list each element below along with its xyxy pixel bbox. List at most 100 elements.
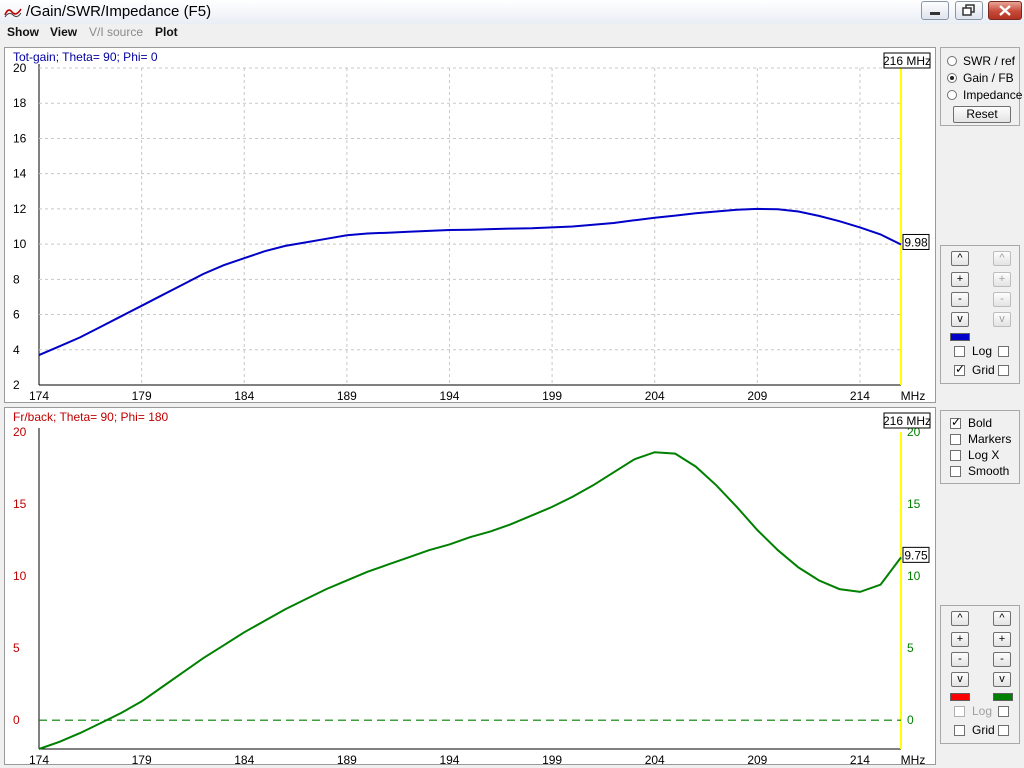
gain-grid-box[interactable] [954, 362, 965, 376]
menu-vi-source[interactable]: V/I source [89, 25, 143, 39]
logx-box[interactable] [950, 450, 961, 461]
minimize-button[interactable] [921, 1, 949, 20]
minimize-icon [930, 12, 940, 15]
x-tick-label: 214 [850, 389, 870, 402]
y-tick-label: 20 [13, 425, 27, 439]
reset-button[interactable]: Reset [953, 106, 1011, 123]
y-tick-label: 12 [13, 202, 27, 216]
radio-gain-fb-circle[interactable] [947, 73, 957, 83]
fb-right-color-swatch[interactable] [993, 693, 1013, 701]
gain-chart: 174 179 184 189 194 199 204 209 214 MHz 2 4 6 8 10 12 14… [13, 50, 931, 402]
window-title: /Gain/SWR/Impedance (F5) [26, 3, 212, 20]
menu-plot[interactable]: Plot [155, 25, 178, 39]
markers-box[interactable] [950, 434, 961, 445]
x-axis-label: MHz [901, 389, 926, 402]
gain-scale-up-button[interactable]: ^ [951, 251, 969, 266]
fb-grid-box[interactable] [954, 725, 965, 736]
fb-scale-down-button[interactable]: v [951, 672, 969, 687]
front-back-chart: 174 179 184 189 194 199 204 209 214 MHz 0 5 10 15 20 0 5… [13, 410, 931, 764]
fb-left-color-swatch[interactable] [950, 693, 970, 701]
fb-right-grid-box[interactable] [998, 725, 1009, 736]
y-tick-label: 2 [13, 378, 20, 392]
y-tick-label: 18 [13, 96, 27, 110]
y-right-tick-label: 5 [907, 641, 914, 655]
x-tick-label: 209 [747, 753, 767, 764]
restore-icon [962, 4, 975, 16]
y-tick-label: 10 [13, 237, 27, 251]
x-tick-label: 174 [29, 389, 49, 402]
menu-view[interactable]: View [50, 25, 77, 39]
markers-label: Markers [968, 432, 1012, 446]
y-tick-label: 14 [13, 167, 27, 181]
radio-impedance-circle[interactable] [947, 90, 957, 100]
smooth-label: Smooth [968, 464, 1010, 478]
fb-log-label: Log [972, 704, 993, 718]
gain-right-log-box[interactable] [998, 346, 1009, 357]
title-bar: /Gain/SWR/Impedance (F5) [0, 0, 1024, 25]
x-tick-label: 184 [234, 389, 254, 402]
gain-zoom-in-button[interactable]: + [951, 272, 969, 287]
x-tick-label: 189 [337, 753, 357, 764]
fb-grid-label: Grid [972, 723, 995, 737]
x-tick-label: 189 [337, 389, 357, 402]
fb-right-log-box[interactable] [998, 706, 1009, 717]
y-tick-label: 15 [13, 497, 27, 511]
bold-label: Bold [968, 416, 993, 430]
close-button[interactable] [988, 1, 1022, 20]
y-right-tick-label: 10 [907, 569, 921, 583]
x-tick-label: 199 [542, 389, 562, 402]
y-tick-label: 10 [13, 569, 27, 583]
logx-label: Log X [968, 448, 1000, 462]
radio-gain-fb-label: Gain / FB [963, 71, 1014, 85]
gain-right-zoom-out-button[interactable]: - [993, 292, 1011, 307]
fb-right-zoom-out-button[interactable]: - [993, 652, 1011, 667]
fb-right-scale-down-button[interactable]: v [993, 672, 1011, 687]
gain-right-grid-box[interactable] [998, 365, 1009, 376]
fb-log-box[interactable] [954, 706, 965, 717]
fb-zoom-in-button[interactable]: + [951, 632, 969, 647]
gain-plot[interactable]: 174 179 184 189 194 199 204 209 214 MHz 2 4 6 8 10 12 14… [4, 47, 936, 403]
gain-log-box[interactable] [954, 346, 965, 357]
options-panel: Bold Markers Log X Smooth [940, 410, 1020, 484]
y-tick-label: 16 [13, 131, 27, 145]
gain-right-zoom-in-button[interactable]: + [993, 272, 1011, 287]
series-line [38, 207, 902, 357]
antenna-app-icon [4, 8, 22, 18]
x-tick-label: 194 [439, 389, 459, 402]
fb-scale-panel: ^ + - v ^ + - v Log Grid [940, 605, 1020, 744]
radio-swr-circle[interactable] [947, 56, 957, 66]
close-icon [999, 5, 1011, 16]
bold-box[interactable] [950, 415, 961, 429]
radio-impedance-label: Impedance [963, 88, 1023, 102]
smooth-box[interactable] [950, 466, 961, 477]
radio-swr-label: SWR / ref [963, 54, 1016, 68]
chart-title: Fr/back; Theta= 90; Phi= 180 [13, 410, 169, 424]
cursor-frequency-label: 216 MHz [883, 54, 931, 68]
menu-show[interactable]: Show [7, 25, 39, 39]
x-tick-label: 204 [645, 753, 665, 764]
y-right-tick-label: 15 [907, 497, 921, 511]
restore-button[interactable] [955, 1, 983, 20]
fb-scale-up-button[interactable]: ^ [951, 611, 969, 626]
front-back-plot[interactable]: 174 179 184 189 194 199 204 209 214 MHz 0 5 10 15 20 0 5… [4, 407, 936, 765]
y-tick-label: 6 [13, 308, 20, 322]
chart-title: Tot-gain; Theta= 90; Phi= 0 [13, 50, 158, 64]
gain-scale-down-button[interactable]: v [951, 312, 969, 327]
y-tick-label: 0 [13, 713, 20, 727]
gain-grid-label: Grid [972, 363, 995, 377]
gain-right-scale-up-button[interactable]: ^ [993, 251, 1011, 266]
gain-color-swatch[interactable] [950, 333, 970, 341]
x-tick-label: 179 [132, 389, 152, 402]
x-tick-label: 214 [850, 753, 870, 764]
gain-zoom-out-button[interactable]: - [951, 292, 969, 307]
fb-zoom-out-button[interactable]: - [951, 652, 969, 667]
cursor-value-label: 9.75 [904, 548, 928, 562]
gain-right-scale-down-button[interactable]: v [993, 312, 1011, 327]
gain-log-label: Log [972, 344, 993, 358]
fb-right-zoom-in-button[interactable]: + [993, 632, 1011, 647]
y-tick-label: 5 [13, 641, 20, 655]
menu-bar: Show View V/I source Plot [0, 24, 1024, 42]
fb-right-scale-up-button[interactable]: ^ [993, 611, 1011, 626]
series-line [38, 451, 902, 750]
x-tick-label: 174 [29, 753, 49, 764]
